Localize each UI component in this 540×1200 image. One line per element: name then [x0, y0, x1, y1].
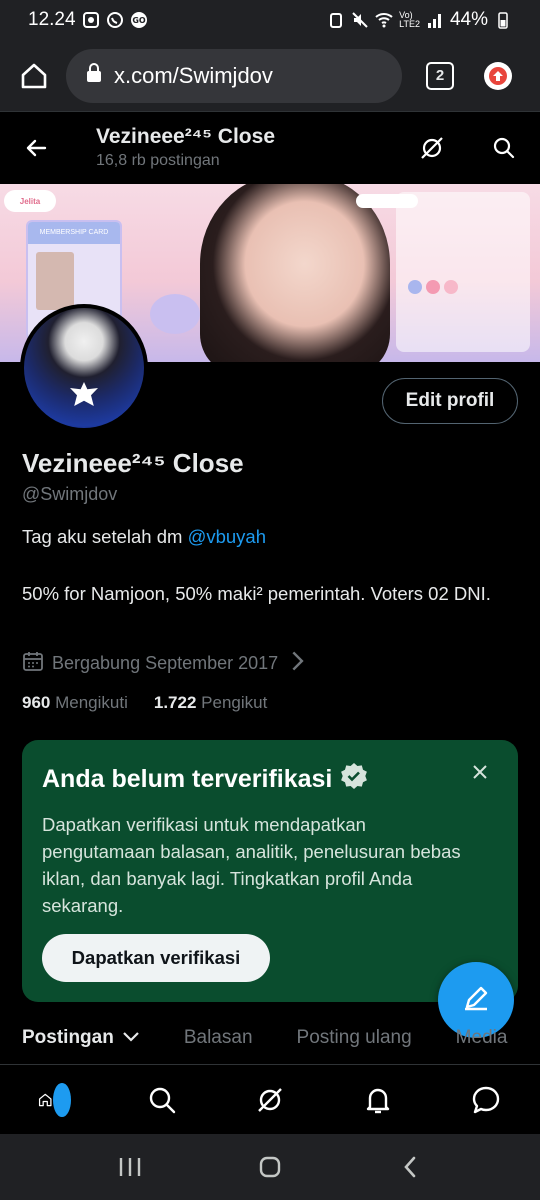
bio-line-2: 50% for Namjoon, 50% maki² pemerintah. V… — [22, 583, 491, 604]
status-time: 12.24 — [28, 9, 76, 30]
header-name: Vezineee²⁴⁵ Close — [96, 125, 275, 148]
banner-dot — [426, 280, 440, 294]
followers-label: Pengikut — [201, 693, 268, 712]
status-bar: 12.24 GO Vo) LTE2 44% — [0, 0, 540, 40]
nav-search-icon[interactable] — [145, 1083, 179, 1117]
signal-icon — [426, 11, 444, 29]
url-text: x.com/Swimjdov — [114, 62, 273, 88]
follow-stats: 960 Mengikuti 1.722 Pengikut — [22, 693, 267, 713]
volte-indicator: Vo) LTE2 — [399, 10, 420, 29]
nav-notifications-icon[interactable] — [361, 1083, 395, 1117]
address-bar[interactable]: x.com/Swimjdov — [66, 48, 402, 103]
avatar-image — [24, 308, 144, 428]
search-icon[interactable] — [490, 134, 518, 162]
joined-date[interactable]: Bergabung September 2017 — [22, 650, 308, 677]
browser-toolbar: x.com/Swimjdov 2 — [0, 40, 540, 112]
profile-header-bar: Vezineee²⁴⁵ Close 16,8 rb postingan — [0, 112, 540, 184]
nav-grok-icon[interactable] — [253, 1083, 287, 1117]
tab-posts-label: Postingan — [22, 1027, 114, 1048]
avatar[interactable] — [20, 304, 148, 432]
verification-prompt-card: Anda belum terverifikasi Dapatkan verifi… — [22, 740, 518, 1002]
recent-apps-icon[interactable] — [115, 1152, 145, 1182]
nav-messages-icon[interactable] — [469, 1083, 503, 1117]
tab-switcher-button[interactable]: 2 — [426, 61, 454, 90]
bottom-navigation — [0, 1064, 540, 1134]
wifi-icon — [375, 11, 393, 29]
chevron-down-icon — [122, 1027, 140, 1049]
following-label: Mengikuti — [55, 693, 128, 712]
bio-text: Tag aku setelah dm — [22, 526, 188, 547]
battery-icon — [494, 11, 512, 29]
followers-link[interactable]: 1.722 Pengikut — [154, 693, 267, 713]
mute-icon — [351, 11, 369, 29]
system-navigation-bar — [0, 1134, 540, 1200]
card-photo — [36, 252, 74, 310]
get-verified-button[interactable]: Dapatkan verifikasi — [42, 934, 270, 982]
profile-handle: @Swimjdov — [22, 484, 118, 504]
tab-replies[interactable]: Balasan — [184, 1027, 253, 1049]
tab-reposts[interactable]: Posting ulang — [297, 1027, 412, 1049]
battery-percent: 44% — [449, 9, 488, 30]
gallery-notification-icon — [82, 11, 100, 29]
edit-profile-button[interactable]: Edit profil — [382, 378, 518, 424]
system-back-icon[interactable] — [395, 1152, 425, 1182]
nav-home-icon[interactable] — [37, 1082, 71, 1117]
calendar-icon — [22, 650, 44, 677]
header-title-group: Vezineee²⁴⁵ Close 16,8 rb postingan — [96, 124, 275, 172]
banner-panel — [396, 192, 530, 352]
svg-text:GO: GO — [132, 16, 146, 25]
close-icon[interactable] — [470, 762, 490, 782]
banner-pill: Jelita — [4, 190, 56, 212]
joined-text: Bergabung September 2017 — [52, 653, 279, 673]
back-arrow-icon[interactable] — [22, 134, 50, 162]
profile-name: Vezineee²⁴⁵ Close — [22, 448, 244, 478]
following-count: 960 — [22, 693, 51, 712]
followers-count: 1.722 — [153, 693, 197, 712]
banner-dot — [408, 280, 422, 294]
bio-line-1: Tag aku setelah dm @vbuyah — [22, 526, 266, 548]
verified-badge-icon — [340, 762, 368, 797]
home-icon[interactable] — [16, 58, 52, 94]
verify-title: Anda belum terverifikasi — [42, 765, 333, 793]
banner-portrait — [200, 184, 390, 362]
update-icon[interactable] — [484, 61, 512, 90]
grok-icon[interactable] — [418, 134, 446, 162]
header-post-count: 16,8 rb postingan — [96, 152, 220, 169]
whatsapp-icon — [106, 11, 124, 29]
chevron-right-icon — [286, 650, 308, 677]
banner-dot — [444, 280, 458, 294]
alarm-icon — [327, 11, 345, 29]
home-notification-dot — [53, 1082, 71, 1117]
tab-media[interactable]: Media — [456, 1027, 508, 1049]
profile-tabs: Postingan Balasan Posting ulang Media — [0, 1012, 540, 1064]
lock-icon — [86, 62, 102, 89]
verify-title-row: Anda belum terverifikasi — [42, 762, 498, 797]
tab-posts[interactable]: Postingan — [22, 1027, 140, 1049]
go-app-icon: GO — [130, 11, 148, 29]
verify-description: Dapatkan verifikasi untuk mendapatkan pe… — [42, 814, 461, 916]
following-link[interactable]: 960 Mengikuti — [22, 693, 128, 713]
system-home-icon[interactable] — [255, 1152, 285, 1182]
banner-cloud — [150, 294, 200, 334]
bio-mention-link[interactable]: @vbuyah — [188, 526, 266, 547]
card-title: MEMBERSHIP CARD — [28, 222, 120, 244]
maple-leaf-logo — [70, 382, 98, 406]
